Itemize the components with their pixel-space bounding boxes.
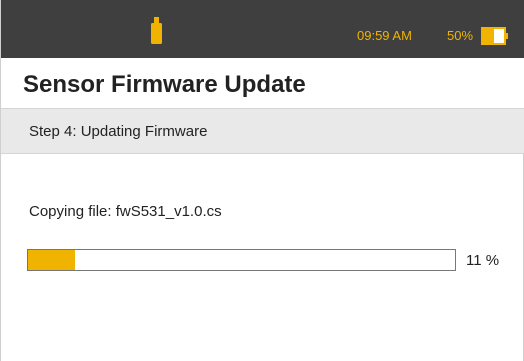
progress-bar bbox=[27, 249, 456, 271]
step-bar: Step 4: Updating Firmware bbox=[1, 108, 524, 154]
progress-percentage: 11 % bbox=[466, 252, 500, 269]
step-label: Step 4: Updating Firmware bbox=[29, 123, 208, 140]
copying-file-label: Copying file: fwS531_v1.0.cs bbox=[29, 203, 222, 220]
status-bar: 09:59 AM 50% bbox=[1, 0, 524, 58]
battery-icon bbox=[481, 27, 508, 45]
progress-fill bbox=[28, 250, 75, 270]
device-screen: 09:59 AM 50% Sensor Firmware Update Step… bbox=[0, 0, 524, 361]
status-time: 09:59 AM bbox=[357, 28, 412, 43]
page-title: Sensor Firmware Update bbox=[23, 71, 306, 98]
usb-stick-icon bbox=[151, 17, 162, 44]
battery-percentage: 50% bbox=[447, 28, 474, 43]
title-area: Sensor Firmware Update bbox=[1, 58, 524, 108]
